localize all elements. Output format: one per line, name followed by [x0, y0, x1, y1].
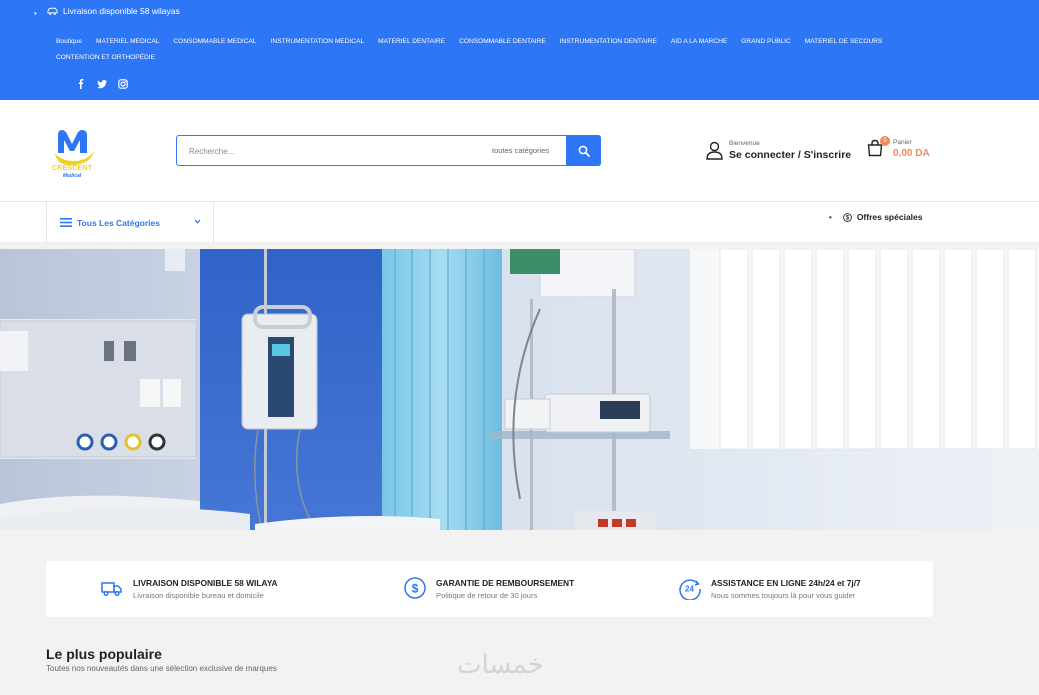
delivery-notice: Livraison disponible 58 wilayas	[47, 6, 180, 16]
nav-materiel-medical[interactable]: MATERIEL MEDICAL	[96, 37, 159, 46]
top-bar: • Livraison disponible 58 wilayas Boutiq…	[0, 0, 1039, 100]
popular-section-title: Le plus populaire	[46, 646, 162, 662]
special-offers-link[interactable]: • $ Offres spéciales	[829, 212, 923, 222]
delivery-icon	[47, 7, 58, 15]
hospital-room-illustration	[0, 249, 1039, 530]
login-register-link[interactable]: Se connecter / S'inscrire	[729, 149, 851, 161]
logo-mark-icon	[55, 130, 94, 166]
instagram-icon[interactable]	[117, 78, 128, 89]
hero-banner-image	[0, 249, 1039, 530]
category-bar: Tous Les Catégories • $ Offres spéciales	[0, 202, 1039, 243]
cart-label: Panier	[893, 139, 912, 146]
cart-icon-wrap: 0	[866, 136, 890, 159]
nav-materiel-de-secours[interactable]: MATERIEL DE SECOURS	[805, 37, 883, 46]
svg-text:$: $	[412, 582, 419, 596]
account-link[interactable]: Bienvenue Se connecter / S'inscrire	[706, 140, 851, 161]
search-bar: toutes catégories	[176, 135, 601, 166]
feature-description: Politique de retour de 30 jours	[436, 591, 538, 600]
feature-delivery: LIVRAISON DISPONIBLE 58 WILAYA Livraison…	[100, 576, 278, 600]
feature-title: LIVRAISON DISPONIBLE 58 WILAYA	[133, 578, 278, 588]
svg-text:24: 24	[685, 585, 694, 594]
logo-text: CRESCENT	[51, 165, 93, 172]
feature-description: Nous sommes toujours là pour vous guider	[711, 591, 856, 600]
truck-icon	[101, 582, 122, 597]
dollar-icon: $	[842, 212, 852, 222]
search-icon	[578, 145, 590, 157]
nav-materiel-dentaire[interactable]: MATERIEL DENTAIRE	[378, 37, 445, 46]
nav-boutique[interactable]: Boutique	[56, 37, 82, 46]
logo-subtext: Medical	[62, 173, 82, 179]
dollar-circle-icon: $	[404, 577, 426, 599]
24h-icon: 24	[679, 579, 701, 600]
nav-consommable-dentaire[interactable]: CONSOMMABLE DENTAIRE	[459, 37, 546, 46]
nav-consommable-medical[interactable]: CONSOMMABLE MEDICAL	[173, 37, 256, 46]
twitter-icon[interactable]	[96, 78, 107, 89]
main-navigation: Boutique MATERIEL MEDICAL CONSOMMABLE ME…	[56, 37, 936, 62]
account-greeting: Bienvenue	[729, 140, 760, 147]
user-icon	[706, 141, 723, 160]
search-input[interactable]	[189, 143, 469, 159]
feature-title: GARANTIE DE REMBOURSEMENT	[436, 578, 575, 588]
feature-refund: $ GARANTIE DE REMBOURSEMENT Politique de…	[403, 576, 574, 600]
nav-grand-public[interactable]: GRAND PUBLIC	[741, 37, 790, 46]
social-links	[75, 78, 128, 89]
search-button[interactable]	[566, 135, 601, 166]
cart-amount: 0,00 DA	[893, 148, 930, 159]
feature-title: ASSISTANCE EN LIGNE 24h/24 et 7j/7	[711, 578, 861, 588]
site-header: CRESCENT Medical toutes catégories Bienv…	[0, 100, 1039, 202]
nav-contention-orthopedie[interactable]: CONTENTION ET ORTHOPÉDIE	[56, 53, 155, 62]
offers-bullet: •	[829, 212, 832, 222]
cart-count-badge: 0	[880, 136, 890, 146]
menu-icon	[60, 218, 72, 227]
topbar-bullet: •	[34, 9, 37, 18]
all-categories-label: Tous Les Catégories	[77, 217, 160, 228]
facebook-icon[interactable]	[75, 78, 86, 89]
nav-instrumentation-medical[interactable]: INSTRUMENTATION MEDICAL	[271, 37, 365, 46]
watermark: خمسات	[457, 650, 544, 680]
cart-link[interactable]: 0 Panier 0,00 DA	[866, 136, 930, 159]
nav-aid-a-la-marche[interactable]: AID A LA MARCHE	[671, 37, 727, 46]
all-categories-dropdown[interactable]: Tous Les Catégories	[46, 202, 214, 243]
chevron-down-icon	[194, 219, 201, 224]
delivery-text: Livraison disponible 58 wilayas	[63, 6, 180, 16]
site-logo[interactable]: CRESCENT Medical	[47, 127, 97, 183]
feature-description: Livraison disponible bureau et domicile	[133, 591, 264, 600]
popular-section-subtitle: Toutes nos nouveautés dans une sélection…	[46, 664, 277, 673]
feature-support: 24 ASSISTANCE EN LIGNE 24h/24 et 7j/7 No…	[678, 576, 861, 600]
features-strip: LIVRAISON DISPONIBLE 58 WILAYA Livraison…	[46, 561, 933, 617]
search-category-select[interactable]: toutes catégories	[492, 146, 549, 155]
special-offers-label: Offres spéciales	[856, 212, 923, 222]
nav-instrumentation-dentaire[interactable]: INSTRUMENTATION DENTAIRE	[560, 37, 657, 46]
